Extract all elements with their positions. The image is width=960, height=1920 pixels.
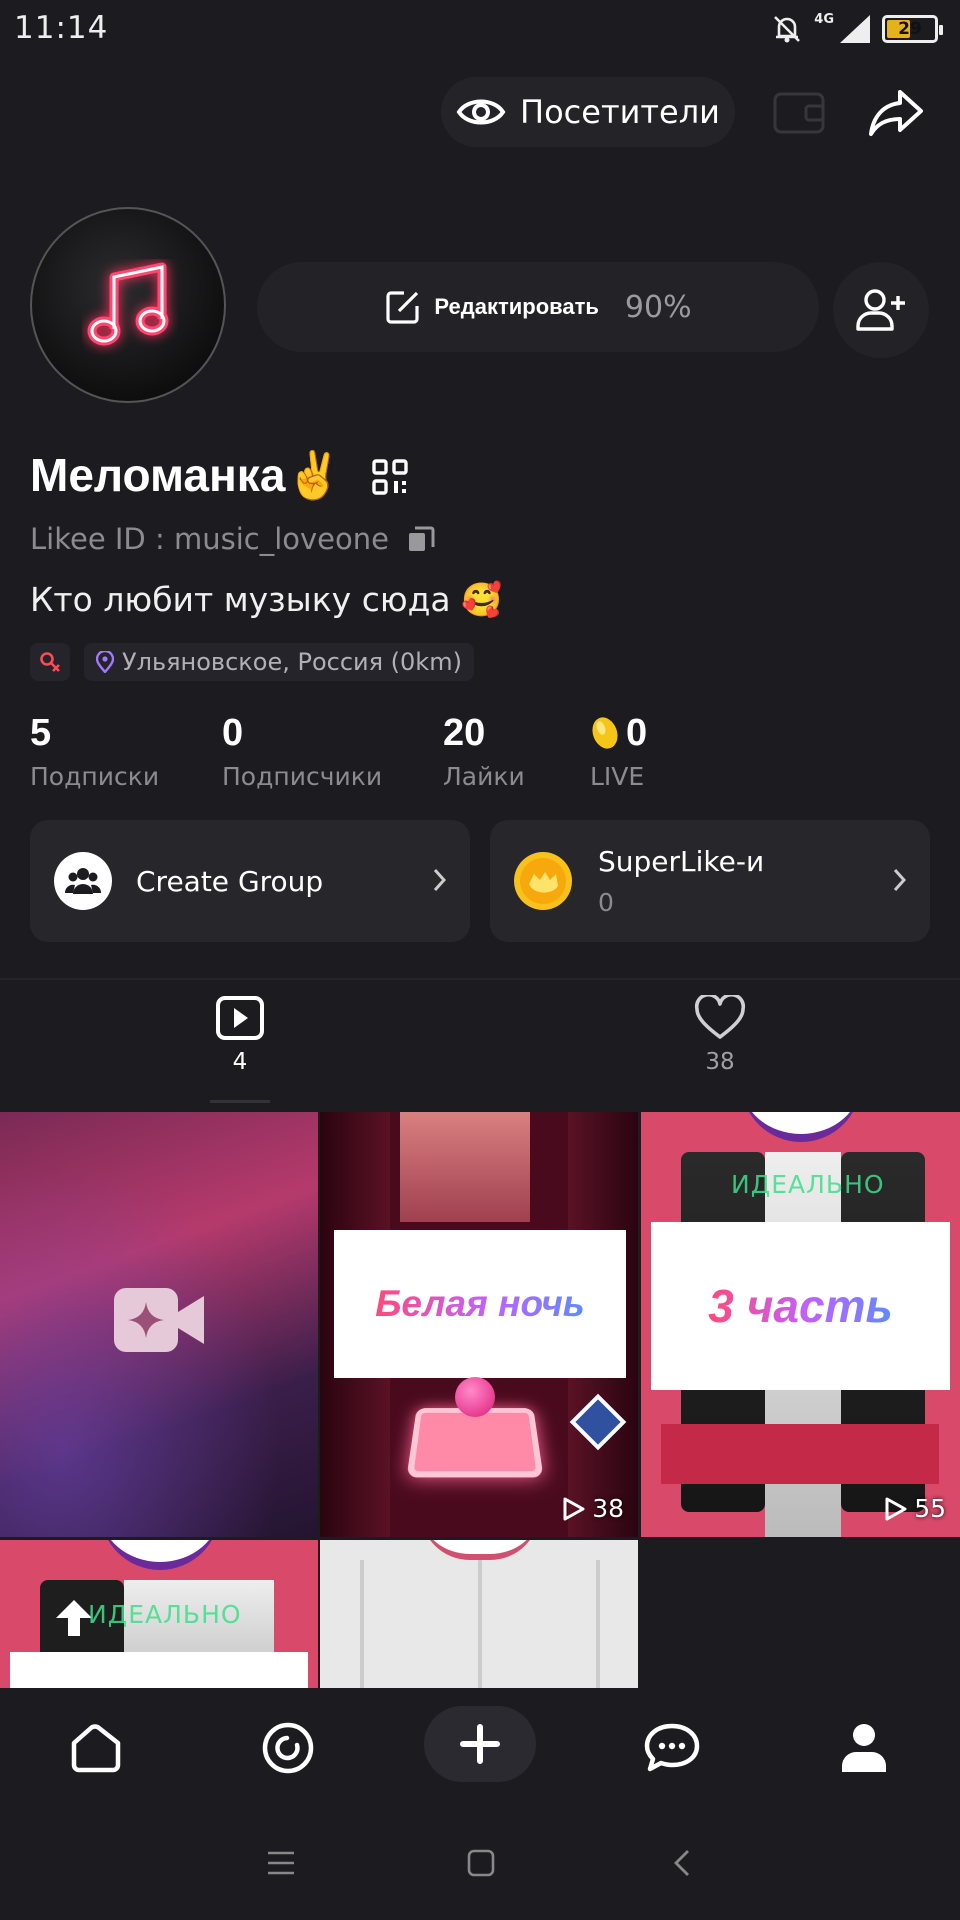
play-icon	[563, 1497, 585, 1520]
tab-indicator	[210, 1100, 270, 1103]
nav-discover[interactable]	[258, 1718, 318, 1778]
stat-following-value: 5	[30, 712, 52, 754]
stat-followers-label: Подписчики	[222, 762, 383, 791]
likee-id: Likee ID : music_loveone	[30, 522, 389, 556]
chevron-right-icon	[433, 868, 447, 892]
wallet-icon[interactable]	[772, 88, 826, 136]
profile-name: Меломанка✌️	[30, 449, 343, 501]
location-pin-icon	[96, 651, 114, 673]
battery-icon: 29	[882, 15, 943, 43]
bean-icon	[592, 717, 618, 749]
copy-icon[interactable]	[407, 525, 435, 553]
edit-profile-button[interactable]: Редактировать 90%	[257, 262, 819, 352]
battery-level: 29	[898, 19, 922, 39]
profile-bio: Кто любит музыку сюда 🥰	[30, 580, 503, 619]
group-icon	[54, 852, 112, 910]
nav-home[interactable]	[66, 1718, 126, 1778]
chevron-right-icon	[893, 868, 907, 892]
edit-icon	[386, 291, 419, 324]
video-tile-belaya-noch[interactable]: Белая ночь 38	[320, 1112, 638, 1537]
stat-following-label: Подписки	[30, 762, 160, 791]
plus-icon	[460, 1724, 500, 1764]
create-video-tile[interactable]	[0, 1112, 318, 1537]
superlike-icon	[514, 852, 572, 910]
stat-likes-label: Лайки	[443, 762, 525, 791]
nav-create-button[interactable]	[424, 1706, 536, 1782]
stat-likes-value: 20	[443, 712, 486, 754]
visitors-label: Посетители	[520, 93, 720, 131]
profile-icon	[842, 1724, 886, 1772]
video-icon	[216, 996, 264, 1040]
video-tile-4[interactable]: ИДЕАЛЬНО	[0, 1540, 318, 1688]
stat-following[interactable]: 5 Подписки	[30, 712, 159, 791]
superlike-count: 0	[598, 888, 614, 917]
nav-profile[interactable]	[834, 1718, 894, 1778]
signal-icon	[840, 15, 870, 43]
superlike-label: SuperLike-и	[598, 845, 765, 878]
play-icon	[885, 1497, 907, 1520]
qr-code-icon[interactable]	[372, 459, 408, 495]
likee-id-row: Likee ID : music_loveone	[30, 522, 435, 556]
videos-count: 4	[232, 1049, 248, 1075]
home-square-icon[interactable]	[466, 1848, 496, 1878]
stat-likes[interactable]: 20 Лайки	[443, 712, 525, 791]
status-time: 11:14	[14, 10, 109, 46]
video-tile-5[interactable]	[320, 1540, 638, 1688]
location-tag: Ульяновское, Россия (0km)	[84, 643, 474, 681]
video-caption: Белая ночь	[375, 1283, 585, 1324]
music-note-icon	[87, 262, 169, 346]
gender-tag	[30, 643, 70, 681]
chat-icon	[644, 1723, 700, 1772]
stat-live[interactable]: 0 LIVE	[590, 712, 647, 791]
perfect-label: ИДЕАЛЬНО	[731, 1170, 885, 1199]
profile-completion-percent: 90%	[624, 289, 692, 325]
avatar[interactable]	[30, 207, 226, 403]
visitors-button[interactable]: Посетители	[441, 77, 735, 147]
location-label: Ульяновское, Россия (0km)	[122, 648, 462, 676]
stat-live-label: LIVE	[590, 762, 645, 791]
tab-videos[interactable]: 4	[180, 995, 300, 1095]
home-icon	[71, 1724, 121, 1773]
add-friend-button[interactable]	[833, 262, 929, 358]
stat-followers-value: 0	[222, 712, 244, 754]
tab-liked[interactable]: 38	[660, 995, 780, 1095]
view-count: 55	[884, 1494, 946, 1523]
nav-messages[interactable]	[642, 1718, 702, 1778]
view-count-value: 38	[592, 1494, 624, 1523]
edit-profile-label: Редактировать	[434, 294, 599, 319]
bell-muted-icon	[774, 16, 801, 43]
view-count: 38	[562, 1494, 624, 1523]
discover-icon	[262, 1722, 314, 1774]
liked-count: 38	[705, 1049, 735, 1075]
stat-live-value: 0	[626, 712, 648, 754]
back-icon[interactable]	[670, 1848, 694, 1878]
video-tile-3-chast[interactable]: ИДЕАЛЬНО 3 часть 55	[641, 1112, 960, 1537]
perfect-label: ИДЕАЛЬНО	[88, 1600, 242, 1629]
add-user-icon	[856, 289, 905, 331]
video-caption: 3 часть	[708, 1280, 893, 1332]
share-icon[interactable]	[868, 88, 924, 138]
network-label: 4G	[814, 12, 834, 27]
status-icons: 4G 29	[770, 12, 943, 46]
camera-star-icon	[114, 1288, 204, 1352]
female-icon	[40, 652, 60, 672]
divider	[0, 978, 960, 980]
stat-followers[interactable]: 0 Подписчики	[222, 712, 382, 791]
eye-icon	[456, 99, 506, 125]
create-group-label: Create Group	[136, 864, 324, 898]
superlike-card[interactable]: SuperLike-и 0	[490, 820, 930, 942]
create-group-card[interactable]: Create Group	[30, 820, 470, 942]
heart-icon	[694, 995, 746, 1039]
menu-icon[interactable]	[266, 1848, 296, 1878]
view-count-value: 55	[914, 1494, 946, 1523]
